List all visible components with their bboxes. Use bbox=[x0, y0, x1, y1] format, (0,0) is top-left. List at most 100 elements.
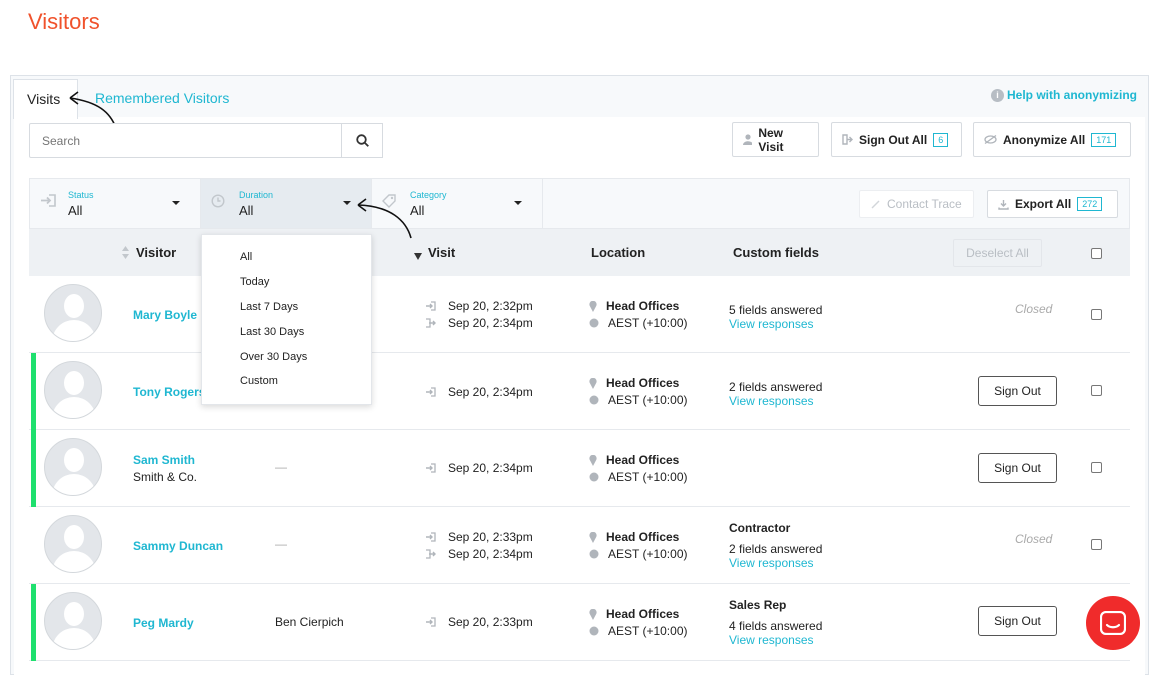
visitor-column-header[interactable]: Visitor bbox=[136, 245, 176, 260]
duration-option-last-7-days[interactable]: Last 7 Days bbox=[240, 301, 298, 313]
visit-in: Sep 20, 2:33pm bbox=[425, 530, 533, 544]
duration-option-over-30-days[interactable]: Over 30 Days bbox=[240, 351, 307, 363]
visit-in: Sep 20, 2:34pm bbox=[425, 461, 533, 475]
timezone: AEST (+10:00) bbox=[589, 547, 688, 561]
globe-icon bbox=[589, 549, 599, 559]
host-empty: — bbox=[275, 460, 287, 474]
view-responses-link[interactable]: View responses bbox=[729, 633, 814, 647]
visitor-name[interactable]: Sam Smith bbox=[133, 453, 195, 467]
row-checkbox[interactable] bbox=[1091, 385, 1102, 396]
visit-in: Sep 20, 2:32pm bbox=[425, 299, 533, 313]
location: Head Offices bbox=[589, 530, 679, 544]
location-name: Head Offices bbox=[606, 453, 680, 467]
contact-trace-icon bbox=[871, 200, 880, 208]
anonymize-all-button[interactable]: Anonymize All 171 bbox=[973, 122, 1131, 157]
visitor-name[interactable]: Mary Boyle bbox=[133, 308, 197, 322]
active-indicator bbox=[31, 584, 36, 661]
visit-column-header[interactable]: Visit bbox=[428, 245, 455, 260]
timezone: AEST (+10:00) bbox=[589, 624, 688, 638]
download-icon bbox=[998, 199, 1009, 210]
map-pin-icon bbox=[589, 300, 597, 312]
sign-in-icon bbox=[426, 463, 436, 473]
visit-in-time: Sep 20, 2:34pm bbox=[448, 461, 533, 475]
visitor-name[interactable]: Peg Mardy bbox=[133, 616, 194, 630]
sign-in-icon bbox=[426, 617, 436, 627]
search-input[interactable] bbox=[29, 123, 342, 158]
sign-out-icon bbox=[426, 549, 436, 559]
sign-out-button[interactable]: Sign Out bbox=[978, 376, 1057, 406]
view-responses-link[interactable]: View responses bbox=[729, 394, 814, 408]
duration-option-custom[interactable]: Custom bbox=[240, 375, 278, 387]
chat-launcher-button[interactable] bbox=[1086, 596, 1140, 650]
location-column-header: Location bbox=[591, 245, 646, 260]
row-checkbox[interactable] bbox=[1091, 462, 1102, 473]
status-closed: Closed bbox=[1015, 532, 1053, 546]
table-row[interactable]: Sammy Duncan — Sep 20, 2:33pm Sep 20, 2:… bbox=[29, 507, 1130, 584]
host-empty: — bbox=[275, 537, 287, 551]
sign-out-button[interactable]: Sign Out bbox=[978, 606, 1057, 636]
location-name: Head Offices bbox=[606, 607, 680, 621]
table-row[interactable]: Peg Mardy Ben Cierpich Sep 20, 2:33pm He… bbox=[29, 584, 1130, 661]
timezone-label: AEST (+10:00) bbox=[608, 316, 688, 330]
location-name: Head Offices bbox=[606, 376, 680, 390]
table-row[interactable]: Sam Smith Smith & Co. — Sep 20, 2:34pm H… bbox=[29, 430, 1130, 507]
export-all-button[interactable]: Export All 272 bbox=[987, 190, 1118, 218]
sign-in-icon bbox=[41, 194, 56, 207]
visitor-category: Contractor bbox=[729, 521, 791, 535]
clock-icon bbox=[211, 194, 225, 208]
sign-out-all-count: 6 bbox=[933, 132, 949, 147]
location: Head Offices bbox=[589, 299, 679, 313]
duration-option-all[interactable]: All bbox=[240, 251, 252, 263]
deselect-all-button[interactable]: Deselect All bbox=[953, 239, 1042, 267]
sign-out-button[interactable]: Sign Out bbox=[978, 453, 1057, 483]
anonymize-all-label: Anonymize All bbox=[1003, 132, 1086, 147]
status-filter[interactable]: Status All bbox=[30, 179, 201, 228]
fields-answered: 2 fields answered bbox=[729, 380, 823, 394]
view-responses-link[interactable]: View responses bbox=[729, 556, 814, 570]
status-closed: Closed bbox=[1015, 302, 1053, 316]
visitor-name[interactable]: Tony Rogers bbox=[133, 385, 205, 399]
eye-slash-icon bbox=[984, 135, 997, 144]
view-responses-link[interactable]: View responses bbox=[729, 317, 814, 331]
timezone: AEST (+10:00) bbox=[589, 393, 688, 407]
avatar bbox=[44, 592, 102, 650]
chevron-down-icon bbox=[514, 201, 522, 205]
sort-desc-icon[interactable] bbox=[414, 253, 422, 260]
row-checkbox[interactable] bbox=[1091, 539, 1102, 550]
search-button[interactable] bbox=[341, 123, 383, 158]
globe-icon bbox=[589, 472, 599, 482]
avatar bbox=[44, 361, 102, 419]
help-anonymizing-link[interactable]: i Help with anonymizing bbox=[991, 88, 1137, 102]
sort-icon[interactable] bbox=[122, 246, 129, 259]
duration-option-last-30-days[interactable]: Last 30 Days bbox=[240, 326, 304, 338]
help-anonymizing-label: Help with anonymizing bbox=[1007, 88, 1138, 102]
duration-filter-value: All bbox=[239, 203, 254, 218]
new-visit-button[interactable]: New Visit bbox=[732, 122, 819, 157]
custom-fields-column-header: Custom fields bbox=[733, 245, 819, 260]
contact-trace-button[interactable]: Contact Trace bbox=[859, 190, 974, 218]
status-filter-label: Status bbox=[68, 190, 94, 200]
table-row[interactable]: Mary Boyle Sep 20, 2:32pm Sep 20, 2:34pm… bbox=[29, 276, 1130, 353]
timezone-label: AEST (+10:00) bbox=[608, 470, 688, 484]
map-pin-icon bbox=[589, 454, 597, 466]
select-all-checkbox[interactable] bbox=[1091, 248, 1102, 259]
visit-in-time: Sep 20, 2:32pm bbox=[448, 299, 533, 313]
visit-out-time: Sep 20, 2:34pm bbox=[448, 316, 533, 330]
export-all-count: 272 bbox=[1077, 197, 1103, 211]
sign-in-icon bbox=[426, 532, 436, 542]
new-visit-label: New Visit bbox=[758, 125, 784, 154]
globe-icon bbox=[589, 395, 599, 405]
duration-filter[interactable]: Duration All bbox=[201, 179, 372, 228]
page-title: Visitors bbox=[28, 9, 100, 34]
sign-out-all-button[interactable]: Sign Out All 6 bbox=[831, 122, 962, 157]
location: Head Offices bbox=[589, 607, 679, 621]
timezone-label: AEST (+10:00) bbox=[608, 393, 688, 407]
anonymize-all-count: 171 bbox=[1091, 132, 1117, 147]
duration-option-today[interactable]: Today bbox=[240, 276, 269, 288]
row-checkbox[interactable] bbox=[1091, 309, 1102, 320]
table-row[interactable]: Tony Rogers Sep 20, 2:34pm Head Offices … bbox=[29, 353, 1130, 430]
user-icon bbox=[743, 134, 753, 145]
search-icon bbox=[355, 134, 369, 147]
avatar bbox=[44, 515, 102, 573]
visitor-name[interactable]: Sammy Duncan bbox=[133, 539, 223, 553]
